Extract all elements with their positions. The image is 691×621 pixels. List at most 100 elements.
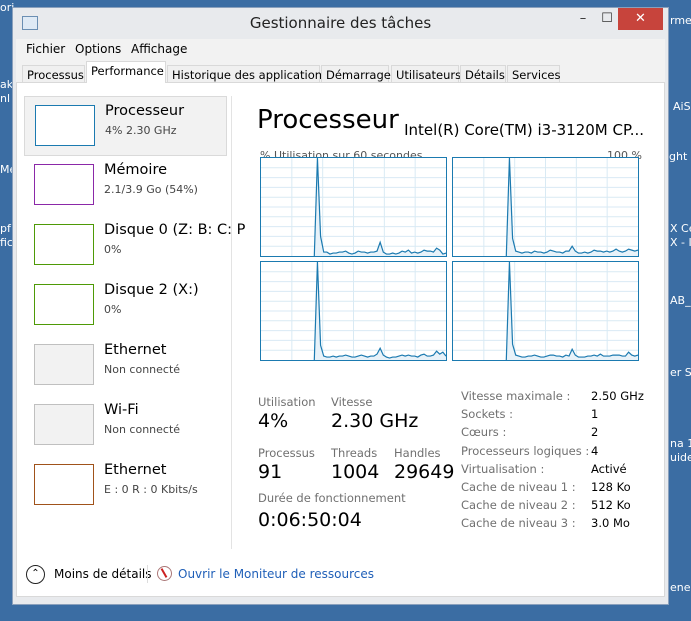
tab-utilisateurs[interactable]: Utilisateurs bbox=[391, 65, 461, 83]
cpu-core-graph-svg bbox=[261, 157, 447, 257]
utilisation-value: 4% bbox=[258, 410, 289, 432]
desktop-fragment: X - I bbox=[670, 236, 691, 249]
desktop-icon[interactable]: AB_ bbox=[670, 294, 691, 307]
spec-value: 1 bbox=[591, 407, 599, 422]
tab-services[interactable]: Services bbox=[507, 65, 561, 83]
mini-graph bbox=[34, 164, 94, 205]
mini-graph bbox=[34, 224, 94, 265]
footer: ⌃ Moins de détails Ouvrir le Moniteur de… bbox=[17, 553, 664, 603]
spec-label: Cache de niveau 3 : bbox=[461, 516, 576, 531]
desktop-icon[interactable]: er Si bbox=[670, 366, 691, 379]
spec-label: Cache de niveau 1 : bbox=[461, 480, 576, 494]
sidebar-item-sub: 2.1/3.9 Go (54%) bbox=[104, 183, 198, 196]
vitesse-value: 2.30 GHz bbox=[331, 410, 419, 432]
desktop-fragment: uide bbox=[670, 451, 691, 464]
sidebar-item[interactable]: Ethernet Non connecté bbox=[24, 336, 227, 396]
vitesse-label: Vitesse bbox=[331, 395, 373, 409]
cpu-core-graph-svg bbox=[261, 261, 447, 361]
desktop-fragment: nl bbox=[0, 92, 11, 105]
tab-details[interactable]: Détails bbox=[460, 65, 506, 83]
desktop-icon[interactable]: na 1( bbox=[670, 437, 691, 450]
sidebar-item-label: Wi-Fi bbox=[104, 402, 139, 418]
spec-value: 4 bbox=[591, 443, 599, 458]
spec-label: Sockets : bbox=[461, 407, 514, 422]
cpu-model: Intel(R) Core(TM) i3-3120M CP... bbox=[404, 121, 644, 139]
mini-graph bbox=[34, 464, 94, 505]
sidebar-item[interactable]: Ethernet E : 0 R : 0 Kbits/s bbox=[24, 456, 227, 516]
spec-value: 2 bbox=[591, 425, 599, 440]
desktop-fragment: rme bbox=[670, 14, 691, 27]
maximize-button[interactable]: ☐ bbox=[596, 8, 618, 30]
tab-bar: Processus Performance Historique des app… bbox=[16, 60, 665, 84]
sidebar-item[interactable]: Disque 0 (Z: B: C: P 0% bbox=[24, 216, 245, 276]
resource-monitor-link[interactable]: Ouvrir le Moniteur de ressources bbox=[178, 567, 374, 581]
desktop-icon[interactable]: ght bbox=[669, 150, 687, 163]
processus-label: Processus bbox=[258, 446, 315, 460]
cpu-core-graph bbox=[452, 157, 639, 257]
menu-bar: Fichier Options Affichage bbox=[16, 39, 665, 60]
tab-demarrage[interactable]: Démarrage bbox=[321, 65, 391, 83]
threads-label: Threads bbox=[331, 446, 378, 460]
mini-graph bbox=[34, 344, 94, 385]
spec-label: Cache de niveau 2 : bbox=[461, 498, 576, 513]
spec-label: Virtualisation : bbox=[461, 461, 545, 476]
desktop-icon[interactable]: X Ce bbox=[670, 222, 691, 235]
sidebar-item-sub: 4% 2.30 GHz bbox=[105, 124, 177, 137]
desktop-icon[interactable]: ener bbox=[670, 581, 691, 594]
sidebar-item-label: Disque 2 (X:) bbox=[104, 282, 199, 298]
chevron-up-icon[interactable]: ⌃ bbox=[26, 565, 45, 584]
menu-affichage[interactable]: Affichage bbox=[131, 42, 187, 56]
handles-label: Handles bbox=[394, 446, 441, 460]
menu-fichier[interactable]: Fichier bbox=[26, 42, 65, 56]
page-title: Processeur bbox=[257, 105, 399, 135]
uptime-value: 0:06:50:04 bbox=[258, 509, 362, 531]
sidebar-item-sub: Non connecté bbox=[104, 363, 181, 376]
sidebar-item-label: Ethernet bbox=[104, 342, 167, 358]
divider bbox=[231, 96, 232, 549]
utilisation-label: Utilisation bbox=[258, 395, 316, 409]
menu-options[interactable]: Options bbox=[75, 42, 121, 56]
sidebar-item-label: Mémoire bbox=[104, 162, 168, 178]
sidebar-item[interactable]: Processeur 4% 2.30 GHz bbox=[24, 96, 227, 156]
sidebar-item-label: Disque 0 (Z: B: C: P bbox=[104, 222, 246, 238]
sidebar-item[interactable]: Mémoire 2.1/3.9 Go (54%) bbox=[24, 156, 227, 216]
minimize-button[interactable]: – bbox=[570, 8, 596, 30]
sidebar-item-label: Processeur bbox=[105, 103, 185, 119]
cpu-core-graph bbox=[260, 261, 447, 361]
processus-value: 91 bbox=[258, 461, 283, 483]
sidebar-item-sub: E : 0 R : 0 Kbits/s bbox=[104, 483, 198, 496]
spec-label: Processeurs logiques : bbox=[461, 443, 590, 458]
resource-monitor-icon bbox=[157, 566, 172, 581]
task-manager-window: Gestionnaire des tâches – ☐ ✕ Fichier Op… bbox=[12, 7, 669, 605]
spec-value: Activé bbox=[591, 461, 627, 476]
tab-processus[interactable]: Processus bbox=[22, 65, 85, 83]
sidebar-item[interactable]: Disque 2 (X:) 0% bbox=[24, 276, 227, 336]
sidebar-item[interactable]: Wi-Fi Non connecté bbox=[24, 396, 227, 456]
spec-value: 512 Ko bbox=[591, 498, 631, 513]
tab-historique[interactable]: Historique des applications bbox=[167, 65, 328, 83]
cpu-core-graph-svg bbox=[453, 261, 639, 361]
spec-label: Cœurs : bbox=[461, 425, 507, 440]
desktop-icon[interactable]: AiS bbox=[673, 100, 691, 113]
sidebar-item-sub: Non connecté bbox=[104, 423, 181, 436]
mini-graph bbox=[34, 284, 94, 325]
cpu-core-graph-svg bbox=[453, 157, 639, 257]
threads-value: 1004 bbox=[331, 461, 380, 483]
desktop-fragment: pf bbox=[0, 222, 11, 235]
spec-label: Vitesse maximale : bbox=[461, 389, 571, 403]
spec-value: 128 Ko bbox=[591, 480, 631, 494]
spec-value: 2.50 GHz bbox=[591, 389, 644, 403]
handles-value: 29649 bbox=[394, 461, 455, 483]
title-bar[interactable]: Gestionnaire des tâches – ☐ ✕ bbox=[13, 8, 668, 39]
tab-performance[interactable]: Performance bbox=[86, 61, 166, 84]
mini-graph bbox=[35, 105, 95, 146]
spec-value: 3.0 Mo bbox=[591, 516, 630, 531]
close-button[interactable]: ✕ bbox=[618, 8, 663, 30]
cpu-core-graph bbox=[260, 157, 447, 257]
less-details-button[interactable]: Moins de détails bbox=[54, 567, 152, 581]
uptime-label: Durée de fonctionnement bbox=[258, 491, 406, 505]
sidebar-item-label: Ethernet bbox=[104, 462, 167, 478]
sidebar-item-sub: 0% bbox=[104, 243, 122, 256]
performance-panel: Processeur 4% 2.30 GHz Mémoire 2.1/3.9 G… bbox=[16, 83, 665, 597]
mini-graph bbox=[34, 404, 94, 445]
